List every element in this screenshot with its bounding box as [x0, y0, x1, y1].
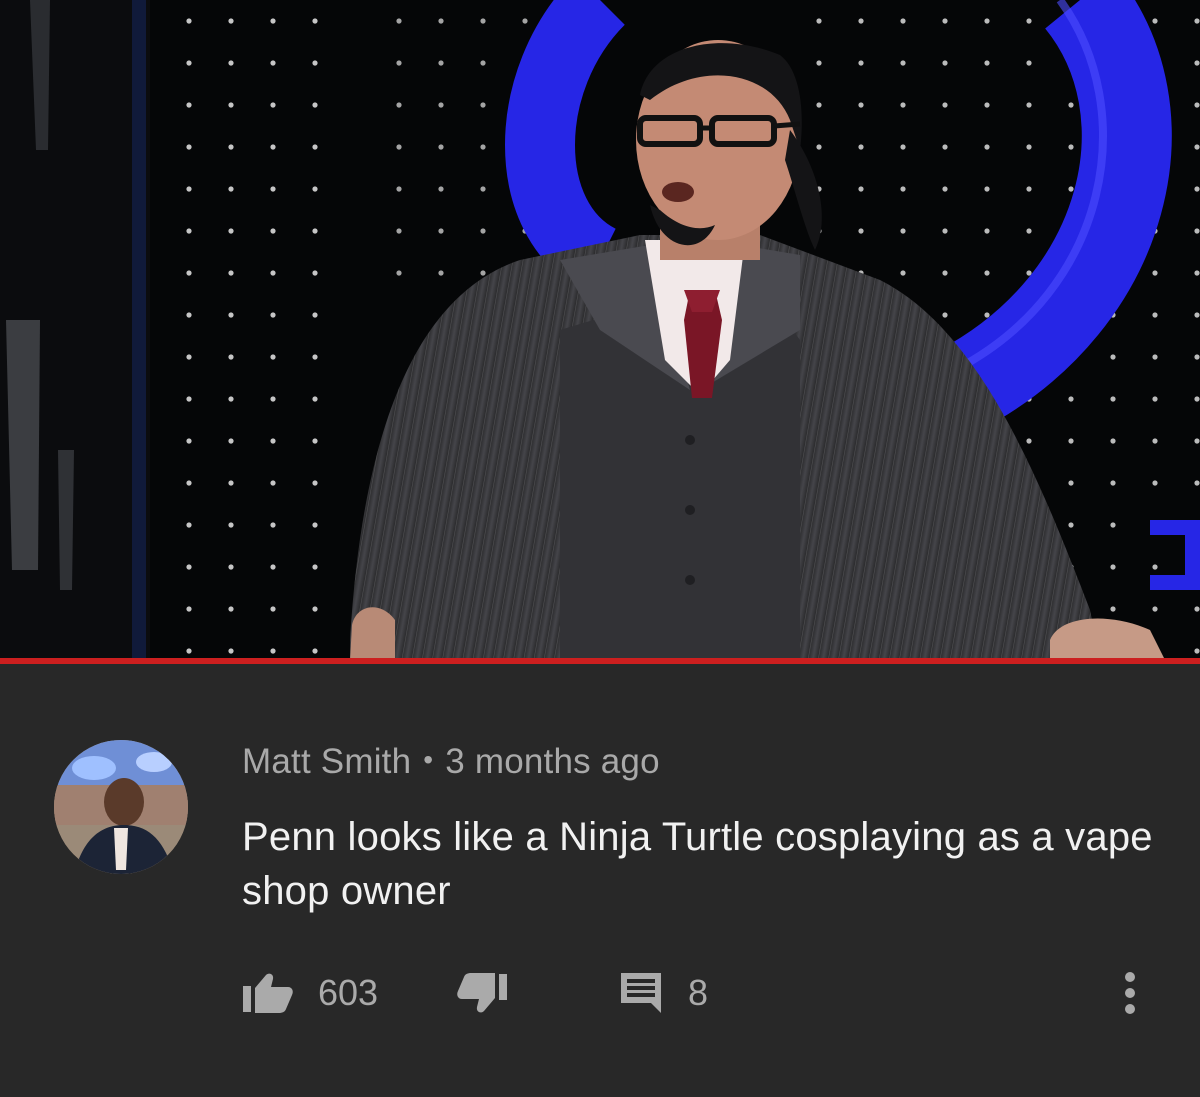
comment-screenshot: Matt Smith • 3 months ago Penn looks like … [0, 0, 1200, 1097]
avatar-image [54, 740, 188, 874]
comment-meta: Matt Smith • 3 months ago [242, 742, 660, 782]
comment-actions: 603 8 [242, 968, 1172, 1018]
comment-author[interactable]: Matt Smith [242, 742, 411, 781]
reply-count: 8 [688, 972, 709, 1013]
video-player[interactable] [0, 0, 1200, 660]
video-frame-image [0, 0, 1200, 660]
reply-comment-icon [618, 970, 664, 1016]
more-options-button[interactable] [1124, 968, 1136, 1018]
avatar[interactable] [54, 740, 188, 874]
like-count: 603 [318, 972, 379, 1013]
comment-text: Penn looks like a Ninja Turtle cosplayin… [242, 815, 1153, 913]
comment-item: Matt Smith • 3 months ago Penn looks like … [0, 664, 1200, 1097]
more-vertical-icon [1124, 970, 1136, 1016]
thumbs-up-icon [242, 972, 294, 1014]
dislike-button[interactable] [456, 968, 508, 1018]
reply-button[interactable]: 8 [618, 968, 708, 1018]
thumbs-down-icon [456, 972, 508, 1014]
comment-timestamp[interactable]: 3 months ago [445, 742, 660, 781]
like-button[interactable]: 603 [242, 968, 378, 1018]
meta-separator: • [423, 744, 434, 775]
